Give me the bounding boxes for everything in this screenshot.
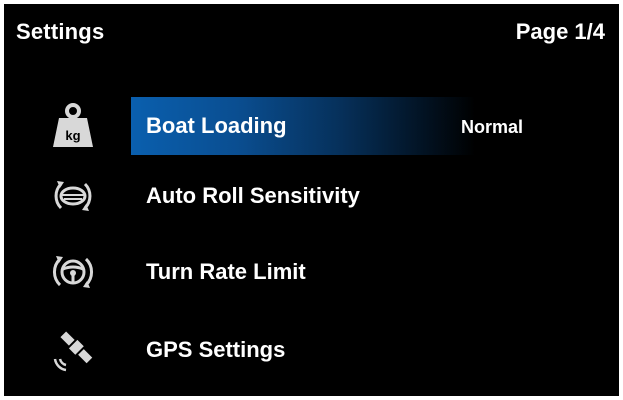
menu-item-auto-roll-sensitivity[interactable]: Auto Roll Sensitivity <box>4 167 619 225</box>
svg-text:kg: kg <box>65 128 80 143</box>
menu-item-boat-loading[interactable]: kg Boat Loading Normal <box>4 97 619 155</box>
page-title: Settings <box>16 19 105 44</box>
menu-item-label: Turn Rate Limit <box>146 259 306 284</box>
kg-weight-icon: kg <box>48 101 98 151</box>
page-indicator: Page 1/4 <box>515 19 605 44</box>
header-bar: Settings Page 1/4 <box>4 4 619 60</box>
menu-item-label: GPS Settings <box>146 337 286 362</box>
settings-screen: Settings Page 1/4 kg Boat Loading Normal <box>4 4 619 396</box>
menu-item-label: Auto Roll Sensitivity <box>146 183 360 208</box>
gps-satellite-icon <box>48 325 98 375</box>
menu-item-value: Normal <box>461 117 524 137</box>
menu-item-gps-settings[interactable]: GPS Settings <box>4 321 619 379</box>
auto-roll-icon <box>48 171 98 221</box>
steering-wheel-icon <box>48 247 98 297</box>
menu-item-turn-rate-limit[interactable]: Turn Rate Limit <box>4 243 619 301</box>
menu-item-label: Boat Loading <box>146 113 287 138</box>
